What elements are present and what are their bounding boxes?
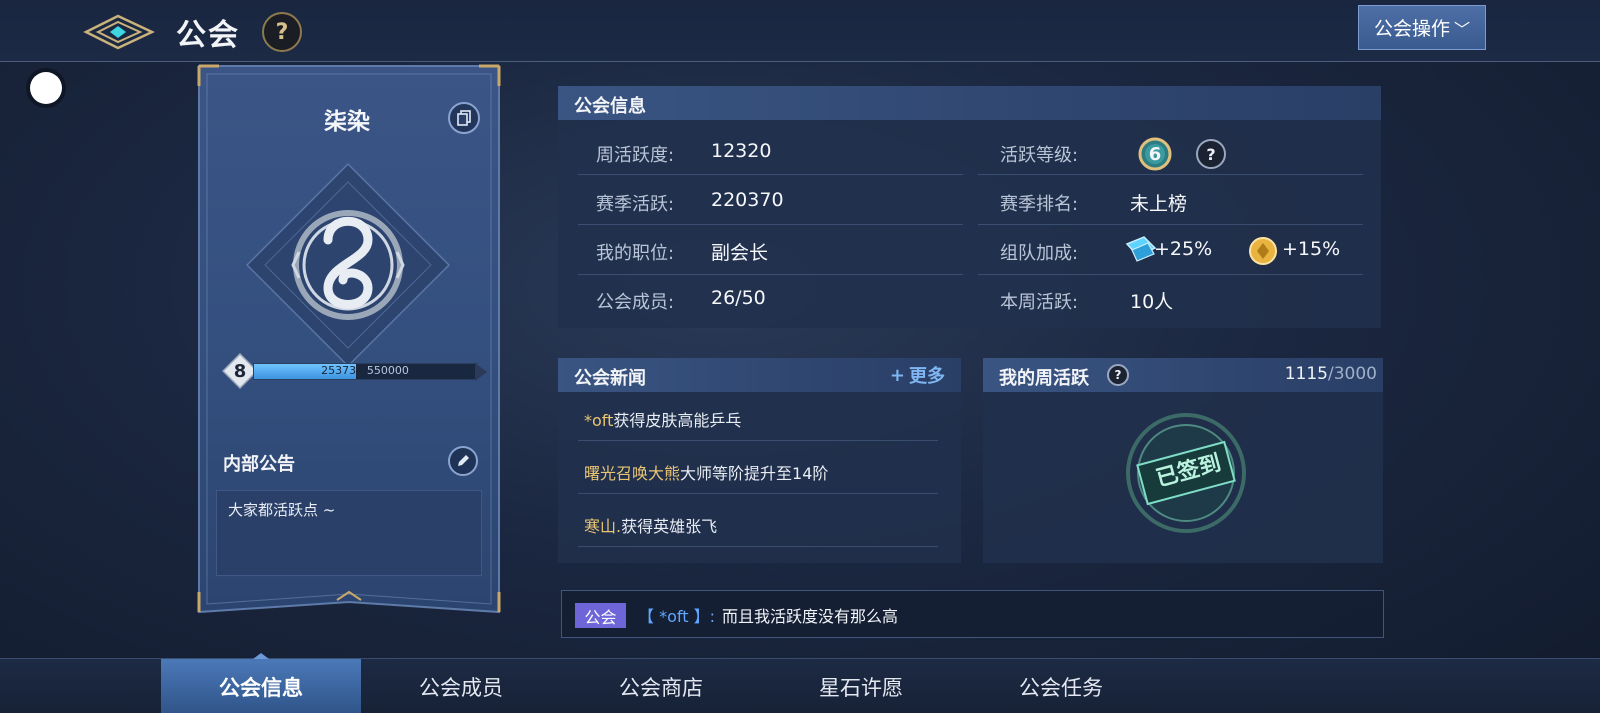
back-arrow-icon[interactable]: [82, 12, 156, 52]
my-position-value: 副会长: [711, 242, 769, 264]
xp-current: 253734: [321, 364, 364, 377]
divider: [578, 274, 963, 275]
chevron-down-icon: ﹀: [1454, 19, 1471, 39]
guild-members-label: 公会成员:: [596, 292, 675, 313]
divider: [578, 224, 963, 225]
divider: [578, 174, 963, 175]
season-activity-value: 220370: [711, 189, 784, 211]
weekly-activity-count: 1115/3000: [1285, 364, 1377, 384]
xp-max: 550000: [366, 364, 409, 377]
tab-guild-tasks[interactable]: 公会任务: [961, 659, 1161, 713]
guild-info-title: 公会信息: [558, 86, 1381, 120]
notice-label: 内部公告: [223, 454, 295, 475]
divider: [978, 174, 1363, 175]
floating-assistant-button[interactable]: [30, 72, 62, 104]
news-player-name: 曙光召唤大熊: [584, 464, 681, 483]
copy-icon[interactable]: [448, 102, 480, 134]
tab-guild-shop[interactable]: 公会商店: [561, 659, 761, 713]
my-position-label: 我的职位:: [596, 243, 675, 264]
team-bonus-label: 组队加成:: [1000, 243, 1079, 264]
guild-operations-button[interactable]: 公会操作 ﹀: [1358, 5, 1486, 50]
news-more-label: 更多: [909, 366, 945, 387]
bottom-tab-bar: 公会信息 公会成员 公会商店 星石许愿 公会任务: [0, 653, 1600, 713]
weekly-total: /3000: [1328, 364, 1377, 384]
team-bonus-gold-value: +15%: [1282, 238, 1341, 260]
news-item: 寒山.获得英雄张飞: [584, 513, 717, 537]
tab-star-wish[interactable]: 星石许愿: [761, 659, 961, 713]
season-rank-value: 未上榜: [1130, 193, 1188, 215]
guild-emblem-icon: [243, 160, 453, 370]
chat-channel-tag: 公会: [575, 603, 626, 628]
guild-info-panel: 公会信息 周活跃度: 12320 赛季活跃: 220370 我的职位: 副会长 …: [558, 86, 1381, 328]
weekly-activity-value: 12320: [711, 140, 772, 162]
news-more-button[interactable]: + 更多: [890, 358, 945, 392]
weekly-active-value: 10人: [1130, 291, 1174, 313]
season-rank-label: 赛季排名:: [1000, 194, 1079, 215]
top-bar: 公会 ? 公会操作 ﹀: [0, 0, 1600, 62]
news-item: 曙光召唤大熊大师等阶提升至14阶: [584, 460, 828, 484]
guild-members-value: 26/50: [711, 287, 766, 309]
team-bonus-exp-value: +25%: [1154, 238, 1213, 260]
guild-banner: 柒染 8 253734/550000 内部公告 大家都活跃点 ~: [197, 64, 505, 639]
chat-message: 而且我活跃度没有那么高: [722, 607, 899, 626]
tab-guild-info[interactable]: 公会信息: [161, 653, 361, 713]
weekly-activity-panel: 我的周活跃 ? 1115/3000 已签到: [983, 358, 1383, 563]
weekly-current: 1115: [1284, 364, 1328, 384]
chat-speaker: 【 *oft 】:: [638, 607, 715, 626]
help-icon[interactable]: ?: [1107, 364, 1129, 386]
divider: [578, 493, 938, 494]
guild-news-title-text: 公会新闻: [574, 368, 646, 389]
news-player-name: 寒山.: [584, 517, 622, 536]
divider: [978, 224, 1363, 225]
notice-text: 大家都活跃点 ~: [216, 490, 482, 576]
gold-coin-icon: [1249, 237, 1277, 265]
activity-level-label: 活跃等级:: [1000, 145, 1079, 166]
help-icon[interactable]: ?: [1196, 139, 1226, 169]
tab-guild-members[interactable]: 公会成员: [361, 659, 561, 713]
help-icon[interactable]: ?: [262, 12, 302, 52]
news-player-name: *oft: [584, 411, 614, 430]
news-text: 获得皮肤高能乒乓: [613, 411, 742, 430]
weekly-activity-title-text: 我的周活跃: [999, 368, 1089, 389]
plus-icon: +: [889, 364, 905, 386]
activity-level-value: 6: [1148, 143, 1162, 165]
season-activity-label: 赛季活跃:: [596, 194, 675, 215]
xp-text: 253734/550000: [253, 364, 477, 377]
weekly-active-label: 本周活跃:: [1000, 292, 1079, 313]
edit-pencil-icon[interactable]: [448, 446, 478, 476]
page-title: 公会: [176, 18, 240, 53]
news-text: 大师等阶提升至14阶: [680, 464, 829, 483]
divider: [578, 546, 938, 547]
guild-news-panel: 公会新闻 + 更多 *oft获得皮肤高能乒乓 曙光召唤大熊大师等阶提升至14阶 …: [558, 358, 961, 563]
news-text: 获得英雄张飞: [621, 517, 718, 536]
guild-chat-bar[interactable]: 公会 【 *oft 】: 而且我活跃度没有那么高: [561, 590, 1384, 638]
weekly-activity-label: 周活跃度:: [596, 145, 675, 166]
guild-operations-label: 公会操作: [1373, 18, 1450, 40]
divider: [578, 440, 938, 441]
exp-card-icon: [1125, 236, 1157, 262]
divider: [978, 274, 1363, 275]
news-item: *oft获得皮肤高能乒乓: [584, 407, 741, 431]
